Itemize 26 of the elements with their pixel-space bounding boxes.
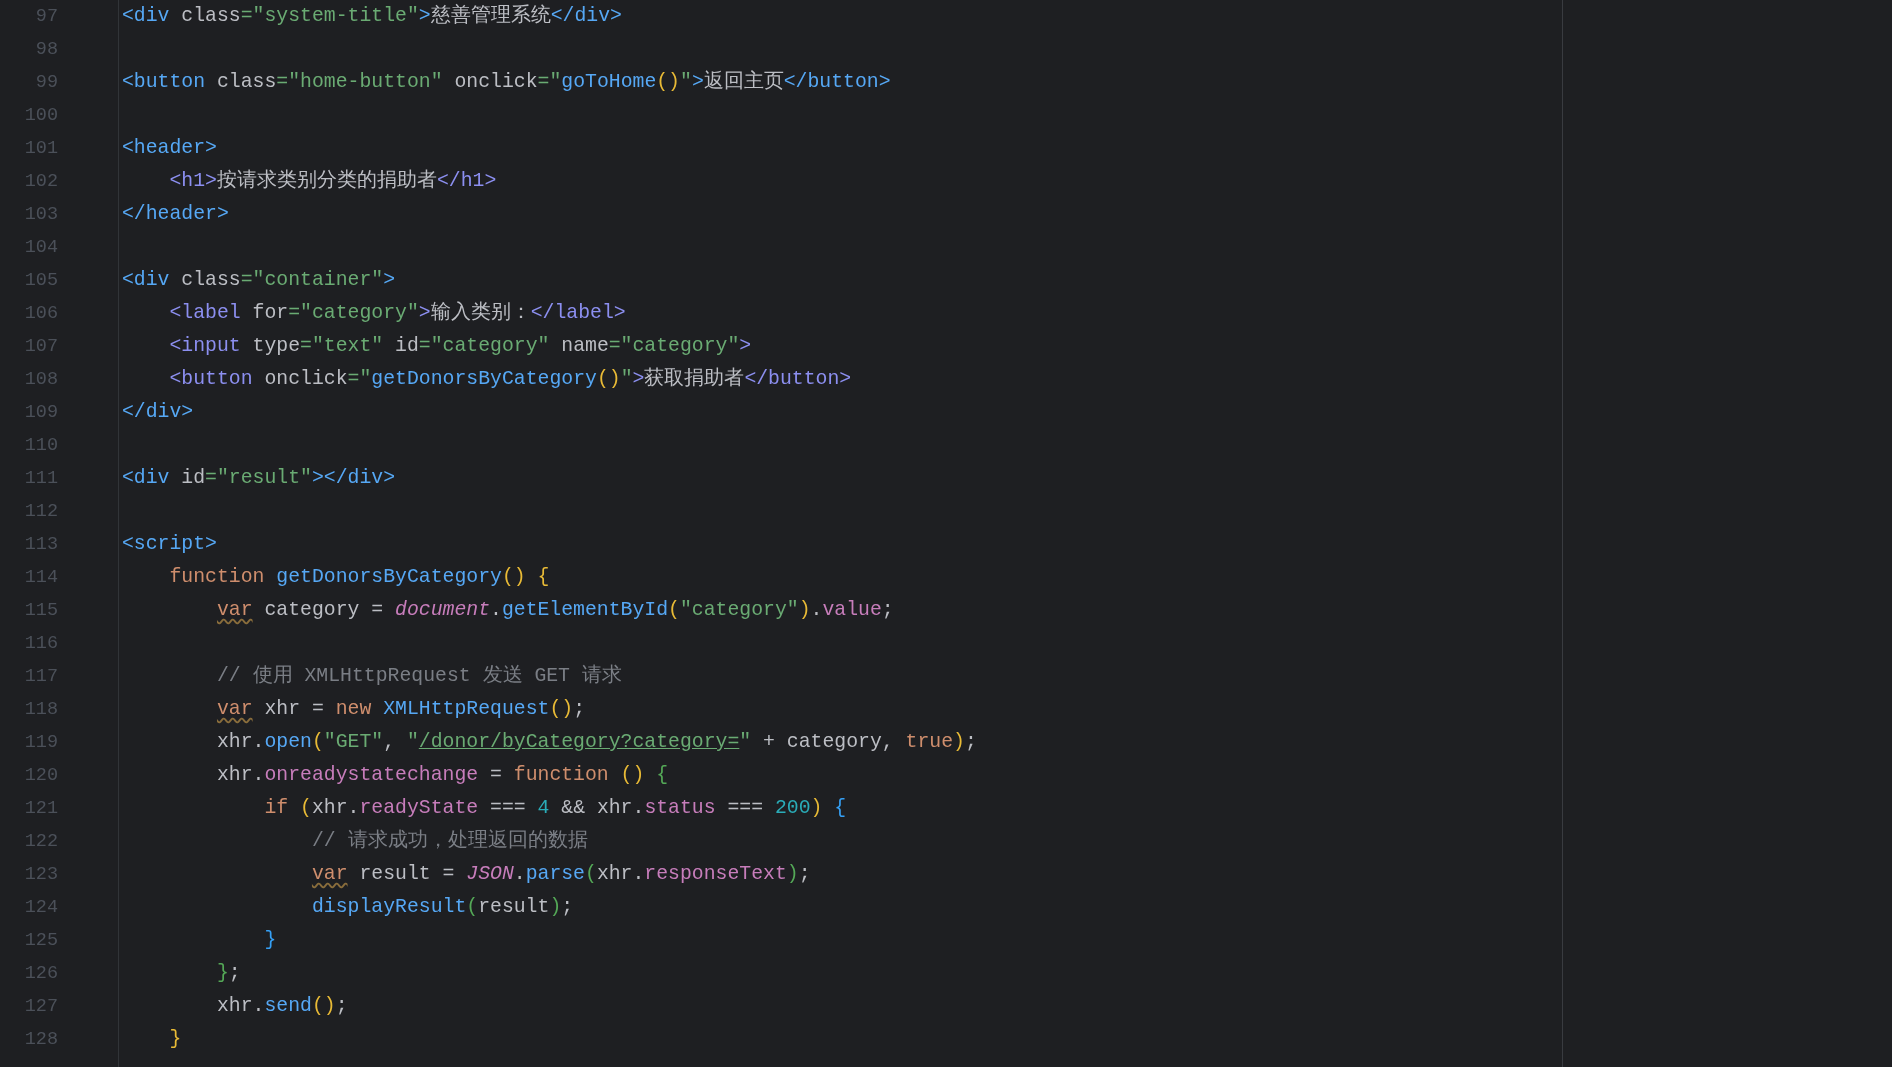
code-line: // 使用 XMLHttpRequest 发送 GET 请求 <box>215 663 622 689</box>
code-line: } <box>168 1027 182 1052</box>
code-line: } <box>263 928 277 953</box>
code-line: <button onclick="getDonorsByCategory()">获取捐助者</button> <box>168 366 852 392</box>
code-line: <h1>按请求类别分类的捐助者</h1> <box>168 168 497 194</box>
code-line: </div> <box>121 400 194 425</box>
code-line: xhr.onreadystatechange = function () { <box>215 763 669 788</box>
code-line: var result = JSON.parse(xhr.responseText); <box>310 862 811 887</box>
code-line: <div class="container"> <box>121 268 396 293</box>
code-line: function getDonorsByCategory() { <box>168 565 550 590</box>
code-line: if (xhr.readyState === 4 && xhr.status === 200) { <box>263 796 847 821</box>
code-line: var xhr = new XMLHttpRequest(); <box>215 697 585 722</box>
code-line: </header> <box>121 202 229 227</box>
code-line: xhr.send(); <box>215 994 348 1019</box>
code-line: displayResult(result); <box>310 895 574 920</box>
code-line: <button class="home-button" onclick="goToHome()">返回主页</button> <box>121 69 891 95</box>
code-line: <label for="category">输入类别：</label> <box>168 300 626 326</box>
code-line: xhr.open("GET", "/donor/byCategory?category=" + category, true); <box>215 730 977 755</box>
code-line: var category = document.getElementById("category").value; <box>215 598 894 623</box>
code-line: <div id="result"></div> <box>121 466 396 491</box>
code-line: // 请求成功，处理返回的数据 <box>310 828 588 854</box>
code-line: <script> <box>121 532 217 557</box>
code-line: }; <box>215 961 241 986</box>
code-line: <header> <box>121 136 217 161</box>
code-line: <div class="system-title">慈善管理系统</div> <box>121 3 622 29</box>
code-line: <input type="text" id="category" name="category"> <box>168 334 752 359</box>
